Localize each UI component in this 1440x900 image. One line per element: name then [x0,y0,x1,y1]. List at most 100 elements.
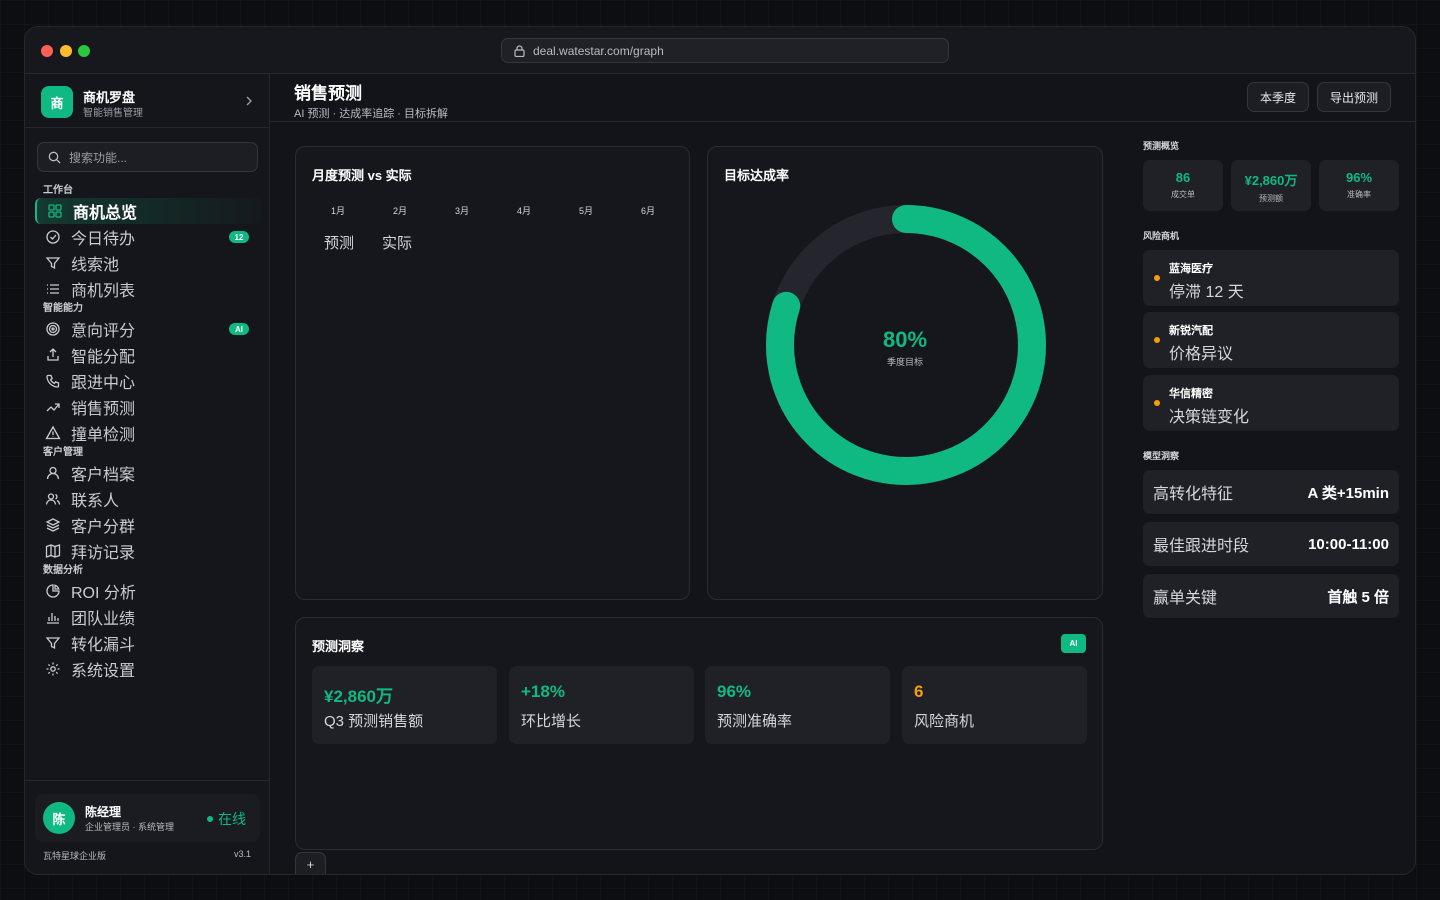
address-bar[interactable]: deal.watestar.com/graph [501,38,949,63]
chevron-right-icon [246,96,252,106]
page-title: 销售预测 [294,84,362,103]
model-insight-value: A 类+15min [1307,484,1389,502]
sidebar-item-label: 客户分群 [71,519,136,536]
target-icon [46,322,60,336]
risk-company: 华信精密 [1169,388,1213,400]
add-widget-button[interactable]: + [295,852,326,874]
sidebar-item-forecast[interactable]: 销售预测 [35,394,261,420]
sidebar-item-leads[interactable]: 线索池 [35,250,261,276]
insight-label: 风险商机 [914,713,975,730]
section-title: 风险商机 [1143,231,1180,241]
sidebar-item-contacts[interactable]: 联系人 [35,486,261,512]
month-label: 1月 [331,206,346,216]
list-icon [47,284,59,294]
sidebar-item-followup[interactable]: 跟进中心 [35,368,261,394]
sidebar-item-team[interactable]: 团队业绩 [35,604,261,630]
sidebar-item-label: 转化漏斗 [71,637,136,654]
sidebar-item-label: 智能分配 [71,349,136,366]
close-window-button[interactable] [41,45,53,57]
sidebar-item-scoring[interactable]: 意向评分 AI [35,316,261,342]
version-label: v3.1 [233,849,251,859]
nav-section-label: 智能能力 [43,303,83,314]
sidebar-item-label: 团队业绩 [71,611,136,628]
app-window: deal.watestar.com/graph 商 商机罗盘 智能销售管理 搜索… [24,26,1416,875]
pie-icon [46,584,60,598]
quarter-button[interactable]: 本季度 [1247,82,1310,112]
nav-section-label: 数据分析 [43,565,83,576]
lock-icon [514,44,525,57]
status-badge: 在线 [207,809,246,829]
insight-value: ¥2,860万 [324,687,393,706]
sidebar-item-assignment[interactable]: 智能分配 [35,342,261,368]
insight-value: +18% [521,682,565,701]
risk-item[interactable]: 新锐汽配 价格异议 [1143,312,1399,368]
maximize-window-button[interactable] [78,45,90,57]
insight-tile: 6 风险商机 [902,666,1087,744]
sidebar-item-roi[interactable]: ROI 分析 [35,578,261,604]
stat-value: 86 [1175,170,1191,185]
stat-label: 准确率 [1347,190,1371,199]
model-insight-key: 最佳跟进时段 [1153,538,1250,555]
grid-icon [48,204,62,218]
risk-reason: 决策链变化 [1169,409,1250,426]
model-insight-value: 首触 5 倍 [1327,588,1389,606]
sidebar-item-label: 意向评分 [71,323,136,340]
sidebar-item-label: 撞单检测 [71,427,136,444]
month-label: 3月 [455,206,470,216]
phone-icon [46,374,60,388]
legend-actual[interactable]: 实际 [382,232,412,253]
risk-company: 新锐汽配 [1169,325,1213,337]
sidebar-item-label: 跟进中心 [71,375,136,392]
sidebar-item-label: 销售预测 [71,401,136,418]
search-icon [48,151,61,163]
share-icon [47,348,59,361]
model-insight-row: 高转化特征 A 类+15min [1143,470,1399,514]
stat-value: 96% [1345,170,1373,185]
insight-tile: 96% 预测准确率 [705,666,890,744]
brand-logo: 商 [41,86,73,118]
search-input[interactable]: 搜索功能... [37,142,258,172]
trend-icon [46,403,60,412]
sidebar-item-overview[interactable]: 商机总览 [35,198,261,224]
minimize-window-button[interactable] [60,45,72,57]
export-forecast-button[interactable]: 导出预测 [1317,82,1392,112]
sidebar-item-label: 客户档案 [71,467,136,484]
user-profile-card[interactable]: 陈 陈经理 企业管理员 · 系统管理 在线 [35,794,260,842]
insight-tile: ¥2,860万 Q3 预测销售额 [312,666,497,744]
risk-item[interactable]: 蓝海医疗 停滞 12 天 [1143,250,1399,306]
month-label: 2月 [393,206,408,216]
sidebar-item-conflict[interactable]: 撞单检测 [35,420,261,446]
sidebar-item-segments[interactable]: 客户分群 [35,512,261,538]
sidebar-item-todo[interactable]: 今日待办 12 [35,224,261,250]
stat-card: ¥2,860万 预测额 [1231,160,1311,211]
sidebar-item-label: ROI 分析 [71,585,136,602]
stat-card: 96% 准确率 [1319,160,1399,211]
users-icon [45,493,61,505]
model-insight-value: 10:00-11:00 [1308,535,1389,553]
card-title: 月度预测 vs 实际 [312,168,412,183]
month-label: 4月 [517,206,532,216]
sidebar-item-opportunities[interactable]: 商机列表 [35,276,261,302]
month-axis: 1月 2月 3月 4月 5月 6月 [322,204,694,217]
sidebar-item-label: 今日待办 [71,231,136,248]
sidebar-item-funnel[interactable]: 转化漏斗 [35,630,261,656]
donut-label: 季度目标 [886,357,923,367]
sidebar-item-label: 联系人 [71,493,120,510]
insight-label: Q3 预测销售额 [324,713,424,730]
filter-icon [45,257,61,270]
brand-switcher[interactable]: 商 商机罗盘 智能销售管理 [41,86,256,119]
sidebar-item-settings[interactable]: 系统设置 [35,656,261,682]
ai-badge: AI [229,323,249,335]
page-subtitle: AI 预测 · 达成率追踪 · 目标拆解 [294,108,448,120]
risk-reason: 停滞 12 天 [1169,284,1244,301]
bar-chart-icon [47,613,59,624]
goal-achievement-card: 目标达成率 80% 季度目标 [707,146,1103,600]
legend-forecast[interactable]: 预测 [324,232,354,253]
sidebar-item-customers[interactable]: 客户档案 [35,460,261,486]
insight-value: 96% [717,682,752,701]
model-insight-row: 赢单关键 首触 5 倍 [1143,574,1399,618]
sidebar-item-label: 拜访记录 [71,545,136,562]
sidebar-item-visits[interactable]: 拜访记录 [35,538,261,564]
sidebar: 商 商机罗盘 智能销售管理 搜索功能... 工作台 商机总览 今日待办 12 线… [25,74,270,874]
risk-item[interactable]: 华信精密 决策链变化 [1143,375,1399,431]
